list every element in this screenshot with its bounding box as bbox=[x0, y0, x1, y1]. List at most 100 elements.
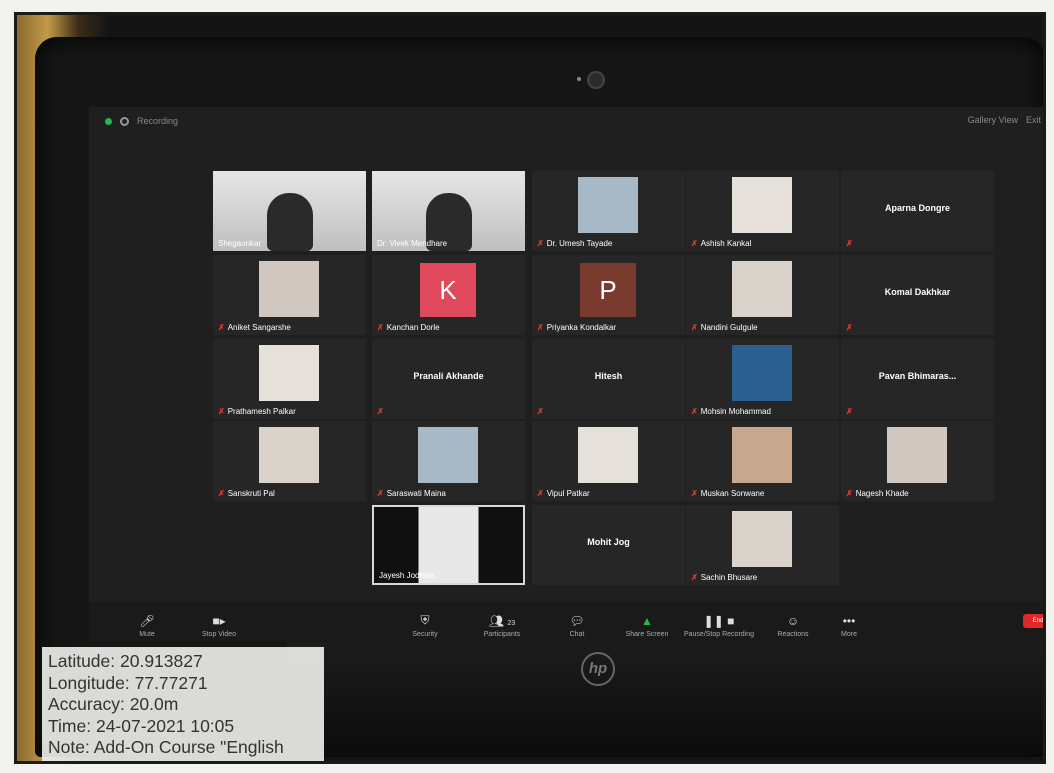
photo-frame: hp Recording Gallery View Exit Shegaonka… bbox=[14, 12, 1046, 764]
shield-icon: ⛨ bbox=[420, 613, 430, 627]
profile-picture bbox=[418, 427, 478, 483]
participant-name: Saraswati Maina bbox=[386, 489, 446, 498]
participant-name: Jayesh Jodhale bbox=[379, 571, 435, 580]
participant-tile[interactable]: Dr. Vivek Mendhare bbox=[372, 171, 525, 251]
participant-tile[interactable]: ✗ Saraswati Maina bbox=[372, 421, 525, 501]
participant-name: Aniket Sangarshe bbox=[227, 323, 291, 332]
muted-mic-icon: ✗ bbox=[846, 489, 853, 498]
participant-tile[interactable]: ✗ Vipul Patkar bbox=[532, 421, 685, 501]
participant-name-label: ✗ Priyanka Kondalkar bbox=[537, 323, 616, 332]
participant-tile[interactable]: ✗ Nagesh Khade bbox=[841, 421, 994, 501]
participant-name-label: ✗ bbox=[537, 407, 547, 416]
participant-tile[interactable]: ✗ Muskan Sonwane bbox=[686, 421, 839, 501]
muted-mic-icon: ✗ bbox=[691, 239, 698, 248]
participant-tile[interactable]: Aparna Dongre ✗ bbox=[841, 171, 994, 251]
participant-name-label: ✗ Vipul Patkar bbox=[537, 489, 590, 498]
stop-video-button[interactable]: ■▸ Stop Video bbox=[181, 614, 257, 638]
participant-name: Ashish Kankal bbox=[700, 239, 752, 248]
participants-icon: 👥︎ 23 bbox=[488, 614, 516, 628]
participant-name-label: ✗ Mohsin Mohammad bbox=[691, 407, 771, 416]
participant-name: Prathamesh Palkar bbox=[227, 407, 296, 416]
gps-note: Note: Add-On Course "English bbox=[48, 737, 284, 757]
profile-picture bbox=[259, 261, 319, 317]
participant-tile[interactable]: Komal Dakhkar ✗ bbox=[841, 255, 994, 335]
participants-button[interactable]: 👥︎ 23 Participants bbox=[464, 614, 540, 638]
more-icon: ••• bbox=[842, 614, 856, 628]
muted-mic-icon: ✗ bbox=[377, 407, 384, 416]
participant-name: Shegaonkar bbox=[218, 239, 262, 248]
end-meeting-button[interactable]: End bbox=[1023, 614, 1043, 628]
profile-picture bbox=[259, 345, 319, 401]
participant-display-name: Pranali Akhande bbox=[413, 371, 484, 381]
participant-tile[interactable]: Shegaonkar bbox=[213, 171, 366, 251]
gallery-view-button[interactable]: Gallery View bbox=[968, 115, 1018, 125]
muted-mic-icon: ✗ bbox=[218, 407, 225, 416]
participant-name: Priyanka Kondalkar bbox=[546, 323, 617, 332]
webcam bbox=[587, 71, 605, 89]
gps-time: Time: 24-07-2021 10:05 bbox=[48, 715, 235, 736]
profile-picture bbox=[578, 427, 638, 483]
participant-tile[interactable]: ✗ Dr. Umesh Tayade bbox=[532, 171, 685, 251]
muted-mic-icon: ✗ bbox=[846, 323, 853, 332]
participant-tile[interactable]: Pavan Bhimaras... ✗ bbox=[841, 339, 994, 419]
muted-mic-icon: ✗ bbox=[691, 489, 698, 498]
meeting-toolbar: 🎤︎ Mute ■▸ Stop Video ⛨ Security 👥︎ 23 P… bbox=[89, 602, 1043, 642]
profile-picture bbox=[887, 427, 947, 483]
participant-tile[interactable]: ✗ Sachin Bhusare bbox=[686, 505, 839, 585]
participant-display-name: Mohit Jog bbox=[587, 537, 630, 547]
gps-longitude: Longitude: 77.77271 bbox=[48, 672, 208, 693]
muted-mic-icon: ✗ bbox=[377, 489, 384, 498]
participant-name-label: ✗ Aniket Sangarshe bbox=[218, 323, 291, 332]
muted-mic-icon: ✗ bbox=[537, 489, 544, 498]
muted-mic-icon: ✗ bbox=[537, 407, 544, 416]
recording-icon bbox=[120, 116, 129, 126]
participant-tile[interactable]: ✗ Ashish Kankal bbox=[686, 171, 839, 251]
participant-name: Muskan Sonwane bbox=[700, 489, 765, 498]
participant-name: Nandini Gulgule bbox=[700, 323, 758, 332]
participant-name: Sanskruti Pal bbox=[227, 489, 275, 498]
participant-tile[interactable]: ✗ Aniket Sangarshe bbox=[213, 255, 366, 335]
participant-tile[interactable]: ✗ Prathamesh Palkar bbox=[213, 339, 366, 419]
zoom-topbar: Recording Gallery View Exit bbox=[89, 107, 1043, 135]
recording-label: Recording bbox=[137, 116, 179, 126]
muted-mic-icon: ✗ bbox=[691, 407, 698, 416]
exit-fullscreen-button[interactable]: Exit bbox=[1026, 115, 1041, 125]
pause-recording-button[interactable]: ❚❚ ■ Pause/Stop Recording bbox=[674, 614, 764, 638]
chat-button[interactable]: 💬︎ Chat bbox=[539, 614, 615, 638]
participant-tile[interactable]: ✗ Nandini Gulgule bbox=[686, 255, 839, 335]
participant-tile[interactable]: ✗ Mohsin Mohammad bbox=[686, 339, 839, 419]
participant-display-name: Hitesh bbox=[594, 371, 623, 381]
participant-display-name: Pavan Bhimaras... bbox=[878, 371, 957, 381]
more-button[interactable]: ••• More bbox=[811, 614, 887, 638]
participant-tile[interactable]: K ✗ Kanchan Dorle bbox=[372, 255, 525, 335]
chat-icon: 💬︎ bbox=[569, 614, 585, 628]
profile-picture bbox=[578, 177, 638, 233]
participant-name-label: ✗ bbox=[846, 407, 856, 416]
participant-tile[interactable]: Pranali Akhande ✗ bbox=[372, 339, 525, 419]
muted-mic-icon: ✗ bbox=[537, 239, 544, 248]
security-button[interactable]: ⛨ Security bbox=[387, 613, 463, 638]
participant-name: Mohsin Mohammad bbox=[700, 407, 771, 416]
participant-name: Dr. Vivek Mendhare bbox=[377, 239, 448, 248]
participant-name: Sachin Bhusare bbox=[700, 573, 758, 582]
participant-tile[interactable]: P ✗ Priyanka Kondalkar bbox=[532, 255, 685, 335]
muted-mic-icon: ✗ bbox=[218, 489, 225, 498]
webcam-light bbox=[577, 77, 581, 81]
participant-name: Vipul Patkar bbox=[546, 489, 590, 498]
participant-name-label: ✗ Saraswati Maina bbox=[377, 489, 446, 498]
participant-tile[interactable]: Mohit Jog bbox=[532, 505, 685, 585]
profile-picture bbox=[732, 177, 792, 233]
participant-name: Kanchan Dorle bbox=[386, 323, 440, 332]
participant-name: Dr. Umesh Tayade bbox=[546, 239, 613, 248]
participant-tile[interactable]: Jayesh Jodhale bbox=[372, 505, 525, 585]
participant-tile[interactable]: Hitesh ✗ bbox=[532, 339, 685, 419]
participant-tile[interactable]: ✗ Sanskruti Pal bbox=[213, 421, 366, 501]
participant-display-name: Komal Dakhkar bbox=[884, 287, 951, 297]
participant-name-label: ✗ Sachin Bhusare bbox=[691, 573, 757, 582]
participant-name-label: ✗ Nandini Gulgule bbox=[691, 323, 758, 332]
profile-picture bbox=[732, 427, 792, 483]
letter-avatar: K bbox=[420, 263, 476, 317]
hp-logo: hp bbox=[581, 652, 615, 686]
person-silhouette bbox=[267, 193, 313, 251]
mute-button[interactable]: 🎤︎ Mute bbox=[109, 614, 185, 638]
